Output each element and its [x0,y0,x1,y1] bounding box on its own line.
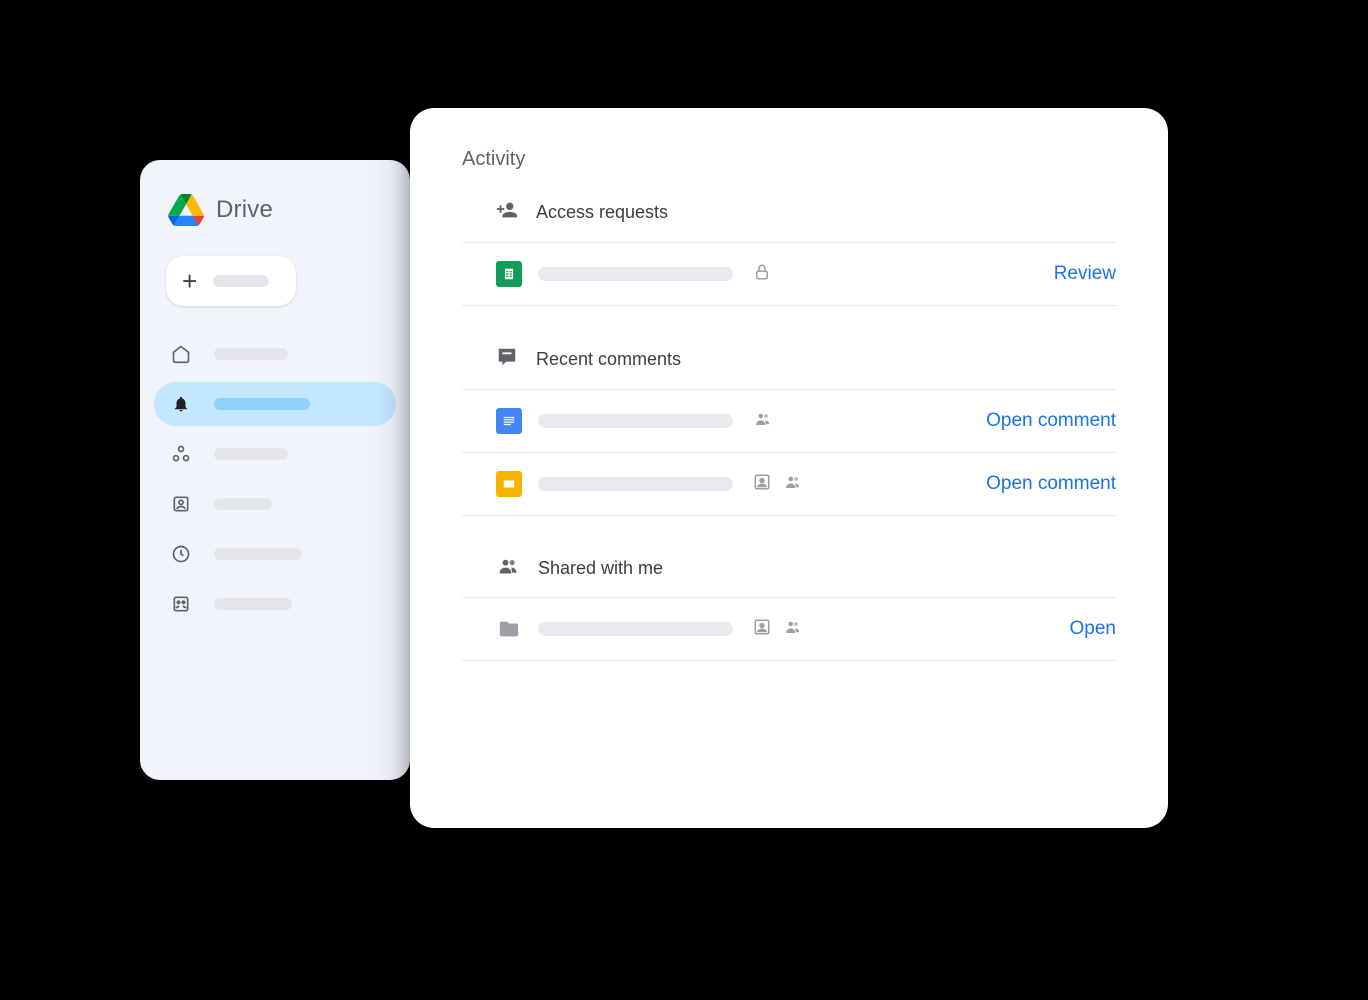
placeholder [214,348,288,360]
item-meta-icons [753,618,803,641]
shared-with-me-section: Shared with me Open [462,556,1116,661]
shared-icon [753,410,773,433]
people-icon [170,593,192,615]
slides-icon [496,471,522,497]
sidebar-item-shared[interactable] [154,582,396,626]
shared-drives-icon [170,493,192,515]
open-comment-link[interactable]: Open comment [986,473,1116,495]
comment-icon [496,346,518,373]
placeholder [538,477,733,491]
drive-sidebar: Drive + [140,160,410,780]
placeholder [214,598,292,610]
activity-panel: Activity Access requests Review [410,108,1168,828]
shared-icon [783,473,803,496]
sidebar-item-recent[interactable] [154,532,396,576]
panel-title: Activity [462,148,1116,171]
access-requests-section: Access requests Review [462,199,1116,306]
open-comment-link[interactable]: Open comment [986,410,1116,432]
section-title: Recent comments [536,349,681,370]
folder-icon [496,616,522,642]
sidebar-item-shared-drives[interactable] [154,482,396,526]
comment-item[interactable]: Open comment [462,390,1116,453]
drive-logo-icon [168,194,204,226]
section-header: Shared with me [462,556,1116,598]
clock-icon [170,543,192,565]
section-header: Access requests [462,199,1116,243]
person-add-icon [496,199,518,226]
sidebar-item-home[interactable] [154,332,396,376]
group-icon [496,556,520,581]
review-link[interactable]: Review [1054,263,1116,285]
bell-icon [170,393,192,415]
placeholder [214,548,302,560]
placeholder [538,267,733,281]
comment-item[interactable]: Open comment [462,453,1116,516]
sidebar-item-activity[interactable] [154,382,396,426]
sidebar-item-workspaces[interactable] [154,432,396,476]
person-box-icon [753,473,771,496]
placeholder [213,275,269,287]
item-meta-icons [753,263,771,286]
recent-comments-section: Recent comments Open comment [462,346,1116,516]
item-meta-icons [753,473,803,496]
docs-icon [496,408,522,434]
access-request-item[interactable]: Review [462,243,1116,306]
new-button[interactable]: + [166,256,296,306]
workspaces-icon [170,443,192,465]
placeholder [214,398,310,410]
sidebar-header: Drive [140,160,410,226]
section-title: Shared with me [538,558,663,579]
sheets-icon [496,261,522,287]
home-icon [170,343,192,365]
placeholder [214,498,272,510]
shared-icon [783,618,803,641]
plus-icon: + [182,266,197,297]
person-box-icon [753,618,771,641]
section-header: Recent comments [462,346,1116,390]
placeholder [538,414,733,428]
shared-item[interactable]: Open [462,598,1116,661]
section-title: Access requests [536,202,668,223]
open-link[interactable]: Open [1070,618,1116,640]
placeholder [538,622,733,636]
drive-title: Drive [216,196,273,224]
item-meta-icons [753,410,773,433]
placeholder [214,448,288,460]
lock-icon [753,263,771,286]
nav-list [140,332,410,626]
